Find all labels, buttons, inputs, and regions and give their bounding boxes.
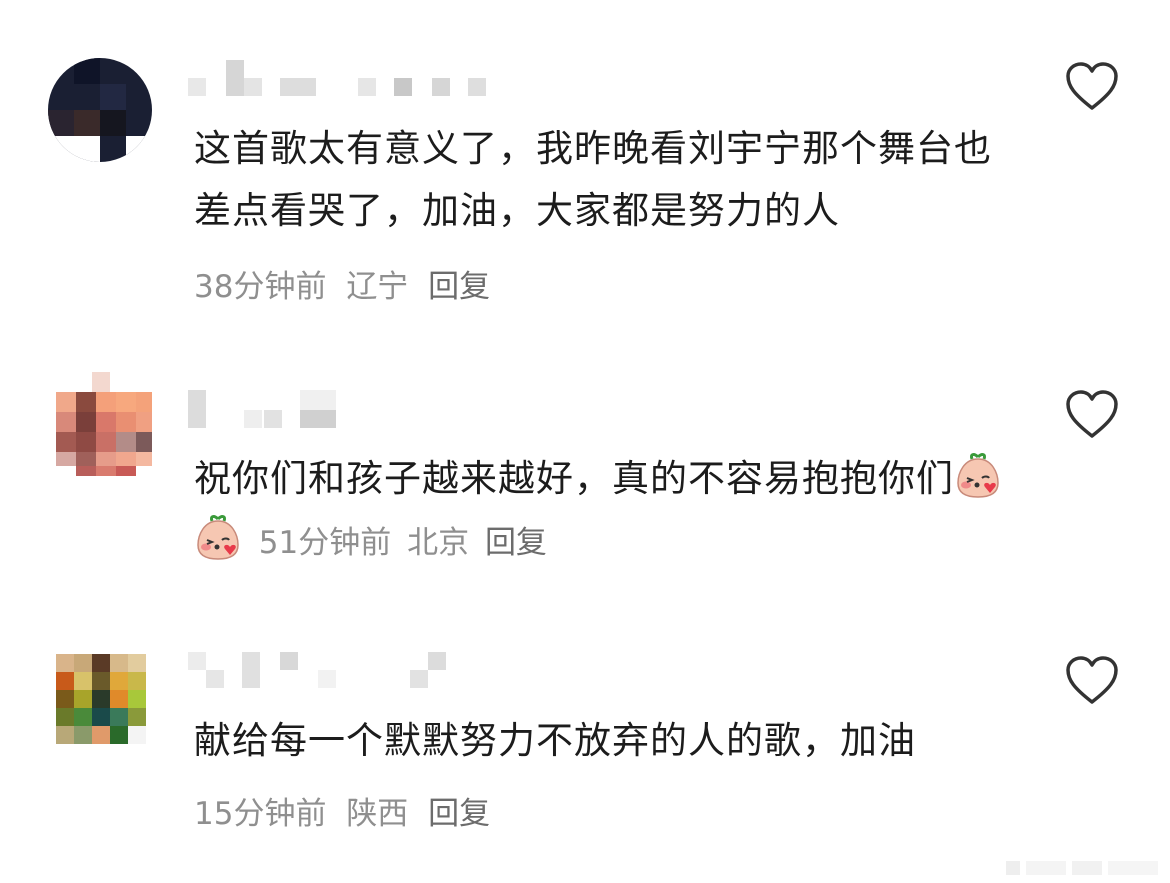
reply-button[interactable]: 回复: [428, 269, 490, 305]
heart-outline-icon[interactable]: [1064, 388, 1120, 440]
comment-text: 祝你们和孩子越来越好，真的不容易抱抱你们 51分钟前 北京 回复: [194, 448, 1014, 574]
comment-text-content: 祝你们和孩子越来越好，真的不容易抱抱你们: [194, 457, 954, 500]
comment-meta: 38分钟前 辽宁 回复: [194, 261, 500, 306]
blush-kiss-emoji: [954, 451, 1002, 499]
reply-button[interactable]: 回复: [428, 796, 490, 832]
comment-meta: 15分钟前 陕西 回复: [194, 788, 500, 833]
heart-outline-icon[interactable]: [1064, 60, 1120, 112]
comment-meta: 51分钟前 北京 回复: [259, 525, 553, 561]
blush-kiss-emoji: [194, 513, 242, 561]
avatar[interactable]: [48, 372, 152, 476]
watermark-logo: [1006, 861, 1158, 875]
comment-text: 献给每一个默默努力不放弃的人的歌，加油: [194, 710, 1014, 772]
comment-time: 38分钟前: [194, 269, 327, 305]
comment-text: 这首歌太有意义了，我昨晚看刘宇宁那个舞台也差点看哭了，加油，大家都是努力的人: [194, 118, 1014, 242]
comment-time: 15分钟前: [194, 796, 327, 832]
comment-location: 辽宁: [346, 269, 409, 305]
comment-time: 51分钟前: [258, 525, 392, 561]
comment-location: 北京: [407, 525, 470, 561]
avatar[interactable]: [48, 58, 152, 162]
reply-button[interactable]: 回复: [485, 525, 547, 561]
comment-text-content: 这首歌太有意义了，我昨晚看刘宇宁那个舞台也差点看哭了，加油，大家都是努力的人: [194, 127, 992, 232]
comment-location: 陕西: [346, 796, 409, 832]
avatar[interactable]: [48, 654, 152, 758]
heart-outline-icon[interactable]: [1064, 654, 1120, 706]
comment-text-content: 献给每一个默默努力不放弃的人的歌，加油: [194, 719, 916, 762]
